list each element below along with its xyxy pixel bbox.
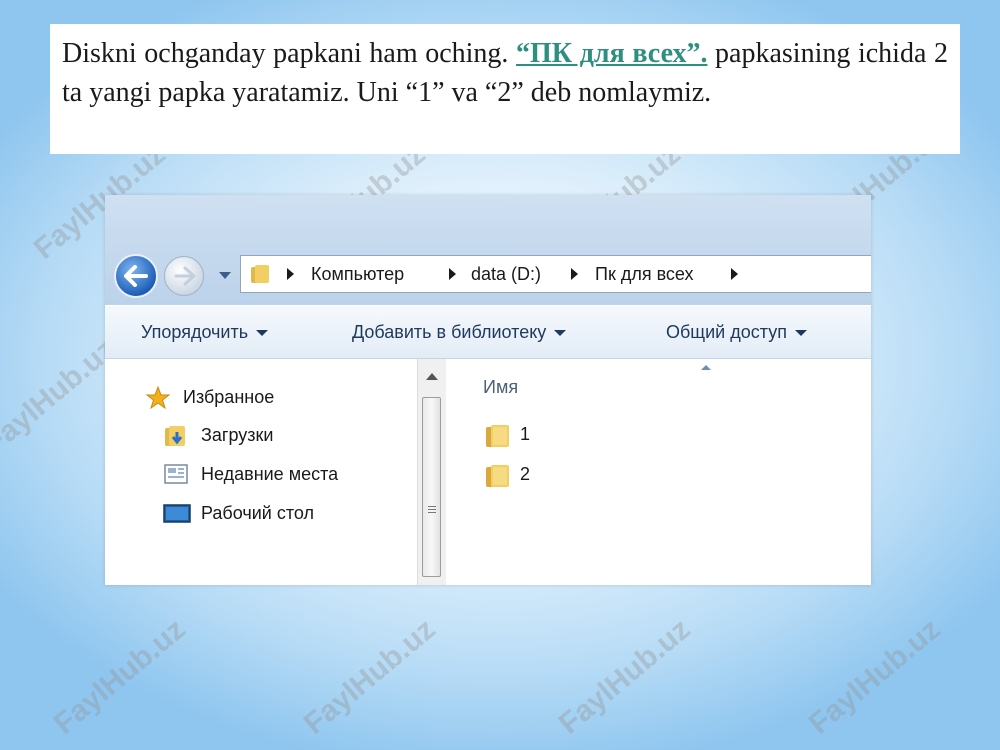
folder-icon [251,265,269,283]
watermark: FaylHub.uz [47,612,192,741]
recent-pages-dropdown[interactable] [218,271,232,280]
add-to-library-button[interactable]: Добавить в библиотеку [352,322,567,343]
nav-item-downloads[interactable]: Загрузки [163,423,403,449]
instruction-text: Diskni ochganday papkani ham oching. “ПК… [50,24,960,154]
watermark: FaylHub.uz [0,332,122,461]
watermark: FaylHub.uz [552,612,697,741]
breadcrumb-computer[interactable]: Компьютер [311,264,404,285]
watermark: FaylHub.uz [802,612,947,741]
file-list: Имя 1 2 [446,359,871,585]
nav-favorites-label: Избранное [183,387,275,407]
organize-label: Упорядочить [141,322,249,342]
back-button[interactable] [114,254,158,298]
watermark: FaylHub.uz [297,612,442,741]
chevron-down-icon [794,330,807,337]
recent-places-icon [164,464,188,484]
navigation-pane: Избранное Загрузки Недавние места Рабочи… [105,359,417,585]
forward-button[interactable] [164,256,204,296]
column-header-name[interactable]: Имя [483,377,518,398]
list-item[interactable]: 1 [484,421,604,449]
sort-indicator-icon [701,365,711,370]
share-button[interactable]: Общий доступ [666,322,807,343]
instruction-text-before: Diskni ochganday papkani ham oching. [62,38,517,69]
title-bar: Компьютер data (D:) Пк для всех [105,195,871,305]
explorer-window: Компьютер data (D:) Пк для всех Упорядоч… [105,195,871,585]
downloads-folder-icon [165,426,185,446]
breadcrumb-separator[interactable] [731,268,738,280]
folder-icon [486,425,509,447]
share-label: Общий доступ [666,322,787,342]
folder-icon [486,465,509,487]
scroll-up-arrow-icon[interactable] [426,373,438,380]
arrow-left-icon [124,265,148,287]
nav-item-label: Недавние места [201,464,339,484]
nav-item-label: Рабочий стол [201,503,314,523]
folder-name: 1 [520,424,531,444]
breadcrumb-folder[interactable]: Пк для всех [595,264,694,285]
scrollbar-thumb[interactable] [422,397,441,577]
nav-item-desktop[interactable]: Рабочий стол [163,501,403,527]
nav-item-label: Загрузки [201,425,274,445]
desktop-icon [163,504,191,523]
breadcrumb-drive[interactable]: data (D:) [471,264,541,285]
address-bar[interactable]: Компьютер data (D:) Пк для всех [240,255,871,293]
breadcrumb-separator[interactable] [449,268,456,280]
folder-name-highlight: “ПК для всех”. [516,38,708,69]
command-toolbar: Упорядочить Добавить в библиотеку Общий … [105,305,871,359]
arrow-right-icon [174,266,196,286]
add-to-library-label: Добавить в библиотеку [352,322,547,342]
star-icon [145,385,171,410]
nav-pane-scrollbar[interactable] [417,359,446,585]
folder-name: 2 [520,464,531,484]
breadcrumb-separator[interactable] [571,268,578,280]
chevron-down-icon [256,330,269,337]
breadcrumb-separator [287,268,294,280]
list-item[interactable]: 2 [484,461,604,489]
chevron-down-icon [554,330,567,337]
organize-button[interactable]: Упорядочить [141,322,269,343]
nav-favorites[interactable]: Избранное [145,385,385,411]
nav-item-recent-places[interactable]: Недавние места [163,462,403,488]
